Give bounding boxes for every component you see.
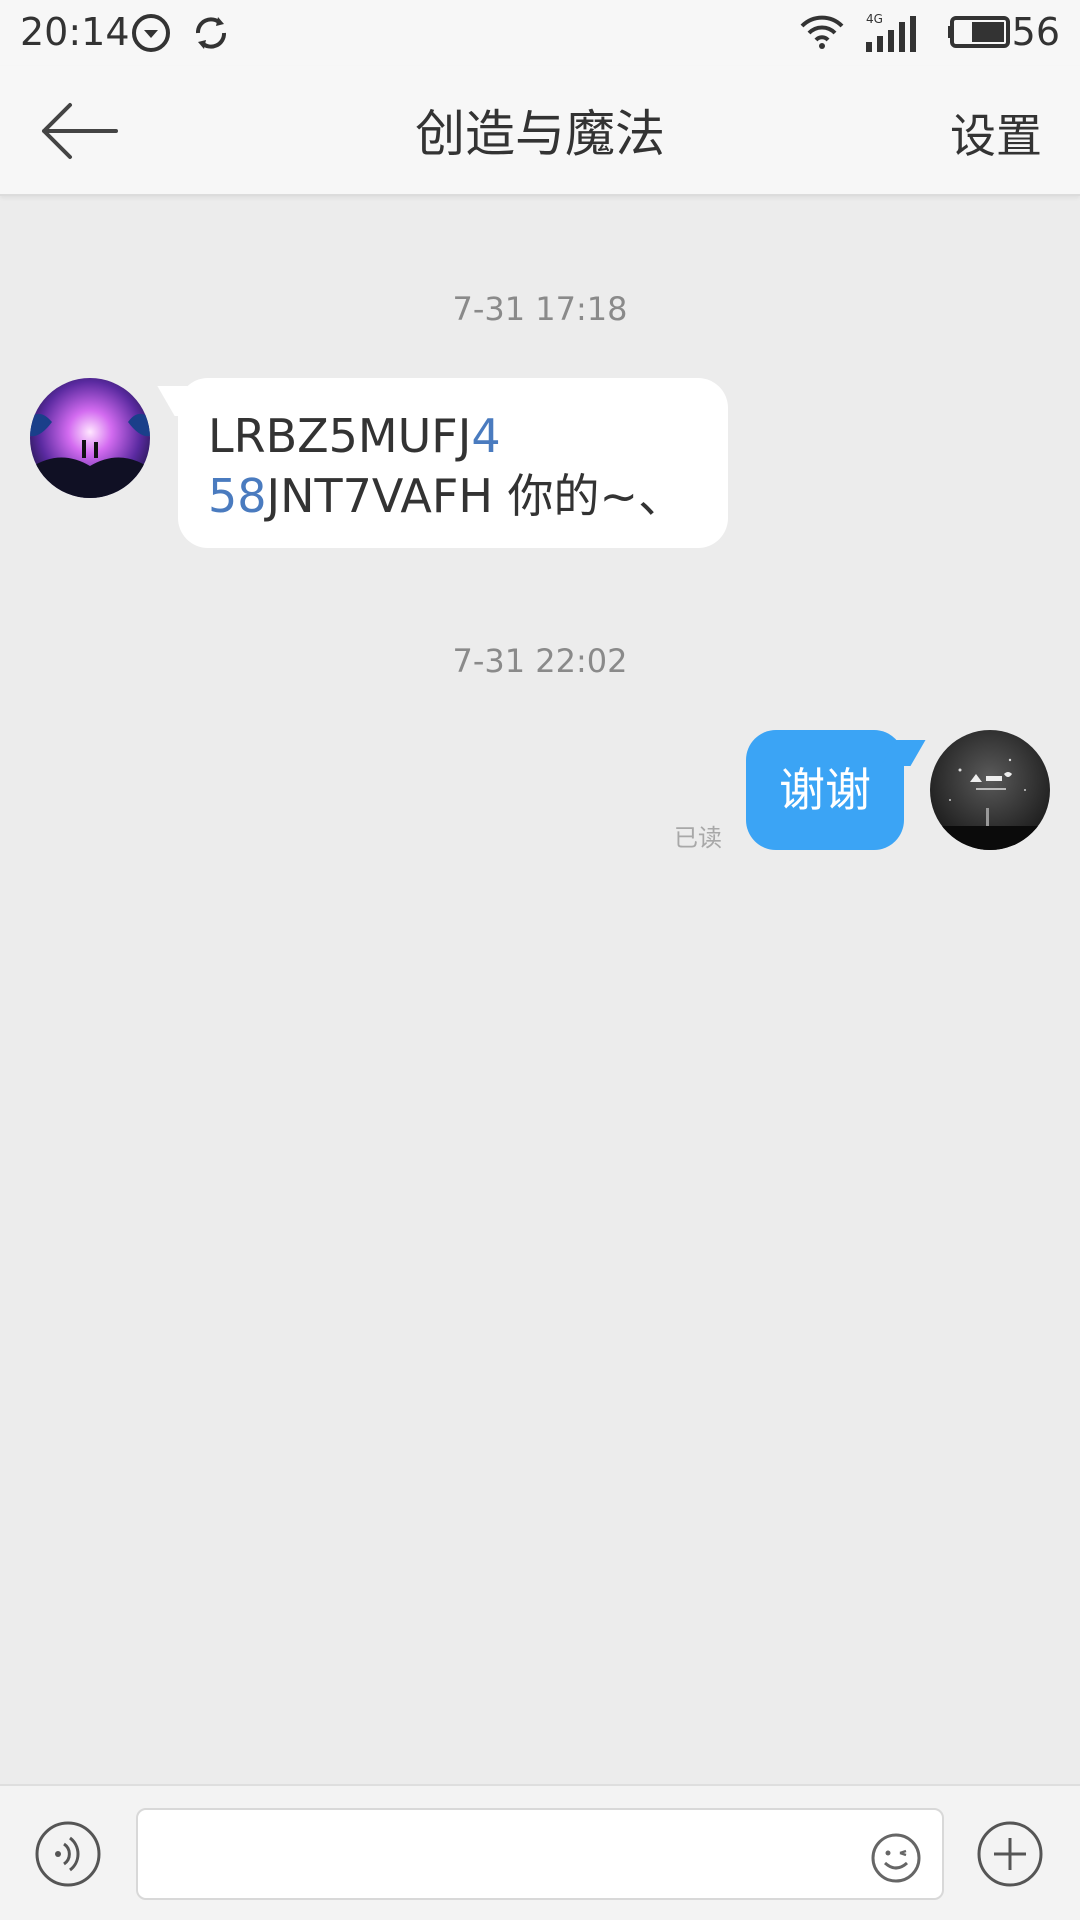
avatar[interactable] [30, 378, 150, 498]
message-text: JNT7VAFH 你的~、 [266, 469, 685, 523]
more-button[interactable] [976, 1820, 1044, 1888]
message-timestamp: 7-31 22:02 [452, 642, 628, 680]
status-time: 20:14 [20, 10, 130, 54]
message-text: 谢谢 [779, 763, 871, 817]
chat-header: 创造与魔法 设置 [0, 66, 1080, 196]
settings-button[interactable]: 设置 [950, 100, 1042, 166]
message-link-text[interactable]: 58 [208, 469, 267, 523]
message-text: LRBZ5MUFJ [208, 409, 472, 463]
outgoing-message-bubble[interactable]: 谢谢 [746, 730, 926, 850]
status-bar: 20:14 4G 56 [0, 0, 1080, 66]
battery-percent: 56 [1011, 10, 1060, 54]
voice-button[interactable] [34, 1820, 102, 1888]
message-timestamp: 7-31 17:18 [452, 290, 628, 328]
wifi-icon [798, 12, 846, 61]
download-icon [130, 12, 172, 63]
message-text-line: LRBZ5MUFJ4 [208, 406, 698, 466]
avatar[interactable] [930, 730, 1050, 850]
page-title: 创造与魔法 [415, 105, 665, 163]
message-input[interactable] [136, 1808, 944, 1900]
avatar-icon [930, 730, 1050, 850]
read-status: 已读 [674, 824, 722, 852]
plus-icon [977, 1821, 1043, 1887]
voice-icon [35, 1821, 101, 1887]
emoji-button[interactable] [870, 1832, 922, 1884]
network-label: 4G [866, 12, 883, 26]
message-text-line: 58JNT7VAFH 你的~、 [208, 466, 698, 526]
input-bar [0, 1784, 1080, 1920]
sync-icon [190, 12, 232, 63]
battery-icon [946, 12, 1016, 61]
message-link-text[interactable]: 4 [471, 409, 500, 463]
avatar-icon [30, 378, 150, 498]
signal-icon: 4G [864, 12, 924, 63]
incoming-message-bubble[interactable]: LRBZ5MUFJ4 58JNT7VAFH 你的~、 [157, 378, 728, 548]
emoji-icon [871, 1833, 921, 1883]
